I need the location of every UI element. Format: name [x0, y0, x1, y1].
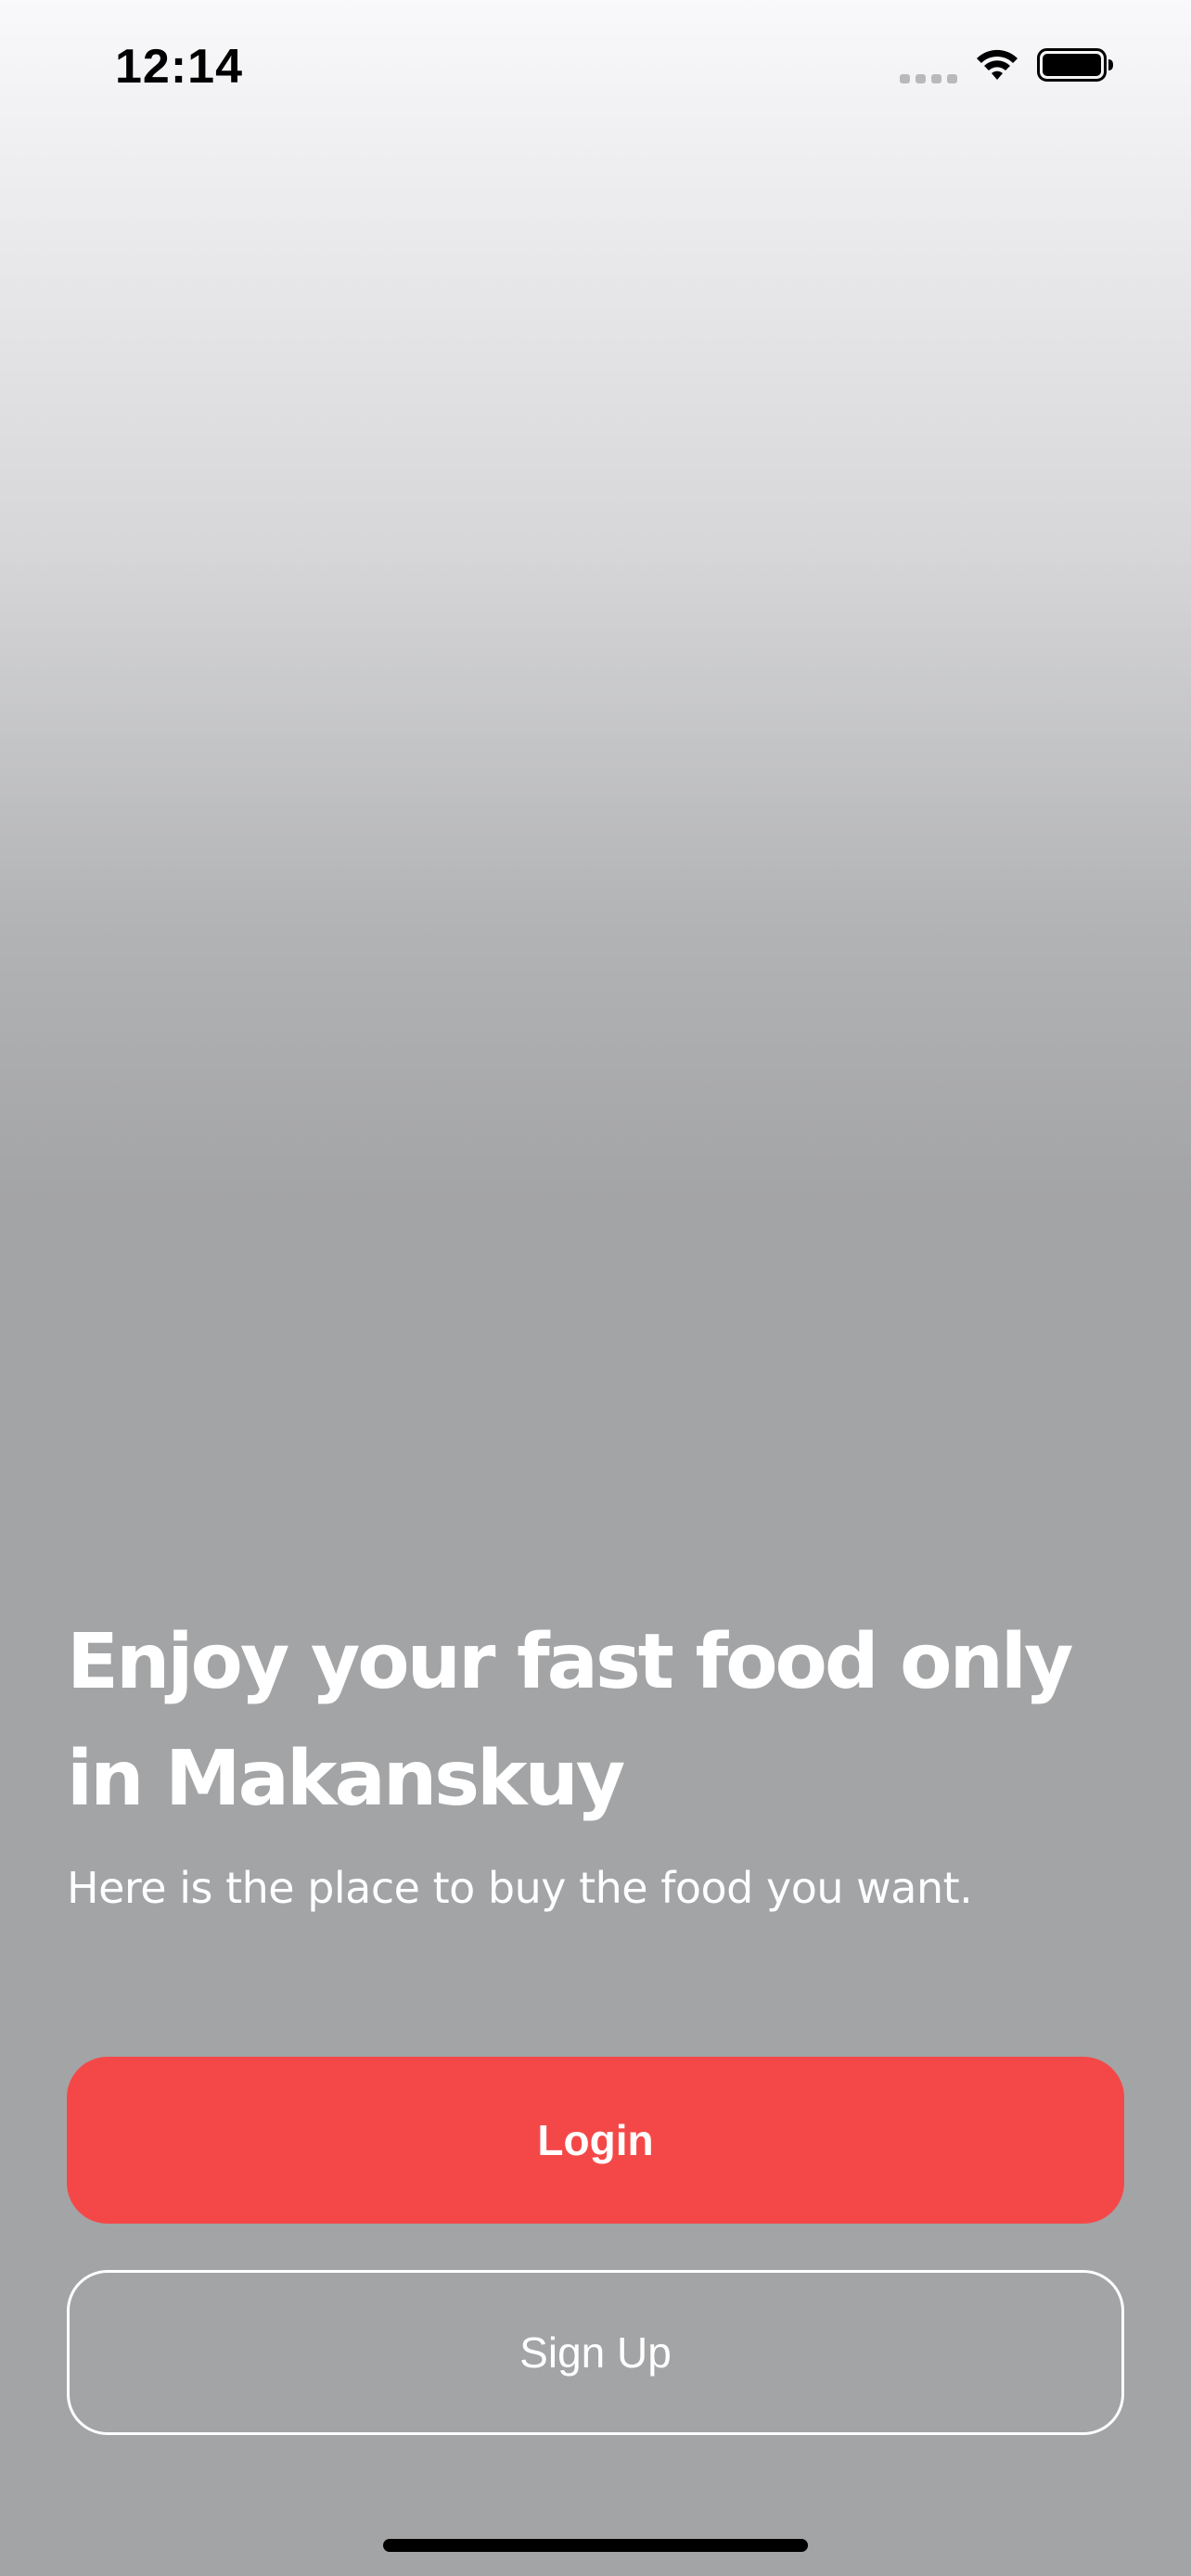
wifi-icon — [977, 49, 1018, 80]
welcome-headline: Enjoy your fast food only in Makanskuy — [67, 1618, 1073, 1823]
home-indicator[interactable] — [383, 2539, 808, 2552]
welcome-subtitle: Here is the place to buy the food you wa… — [67, 1863, 973, 1913]
battery-icon — [1037, 48, 1113, 82]
login-button[interactable]: Login — [67, 2057, 1124, 2224]
signal-icon — [900, 74, 957, 83]
sign-up-button[interactable]: Sign Up — [67, 2270, 1124, 2435]
status-time: 12:14 — [115, 40, 243, 94]
status-bar: 12:14 — [0, 0, 1191, 130]
welcome-screen: 12:14 Enjoy your fast food only in Makan… — [0, 0, 1191, 2576]
